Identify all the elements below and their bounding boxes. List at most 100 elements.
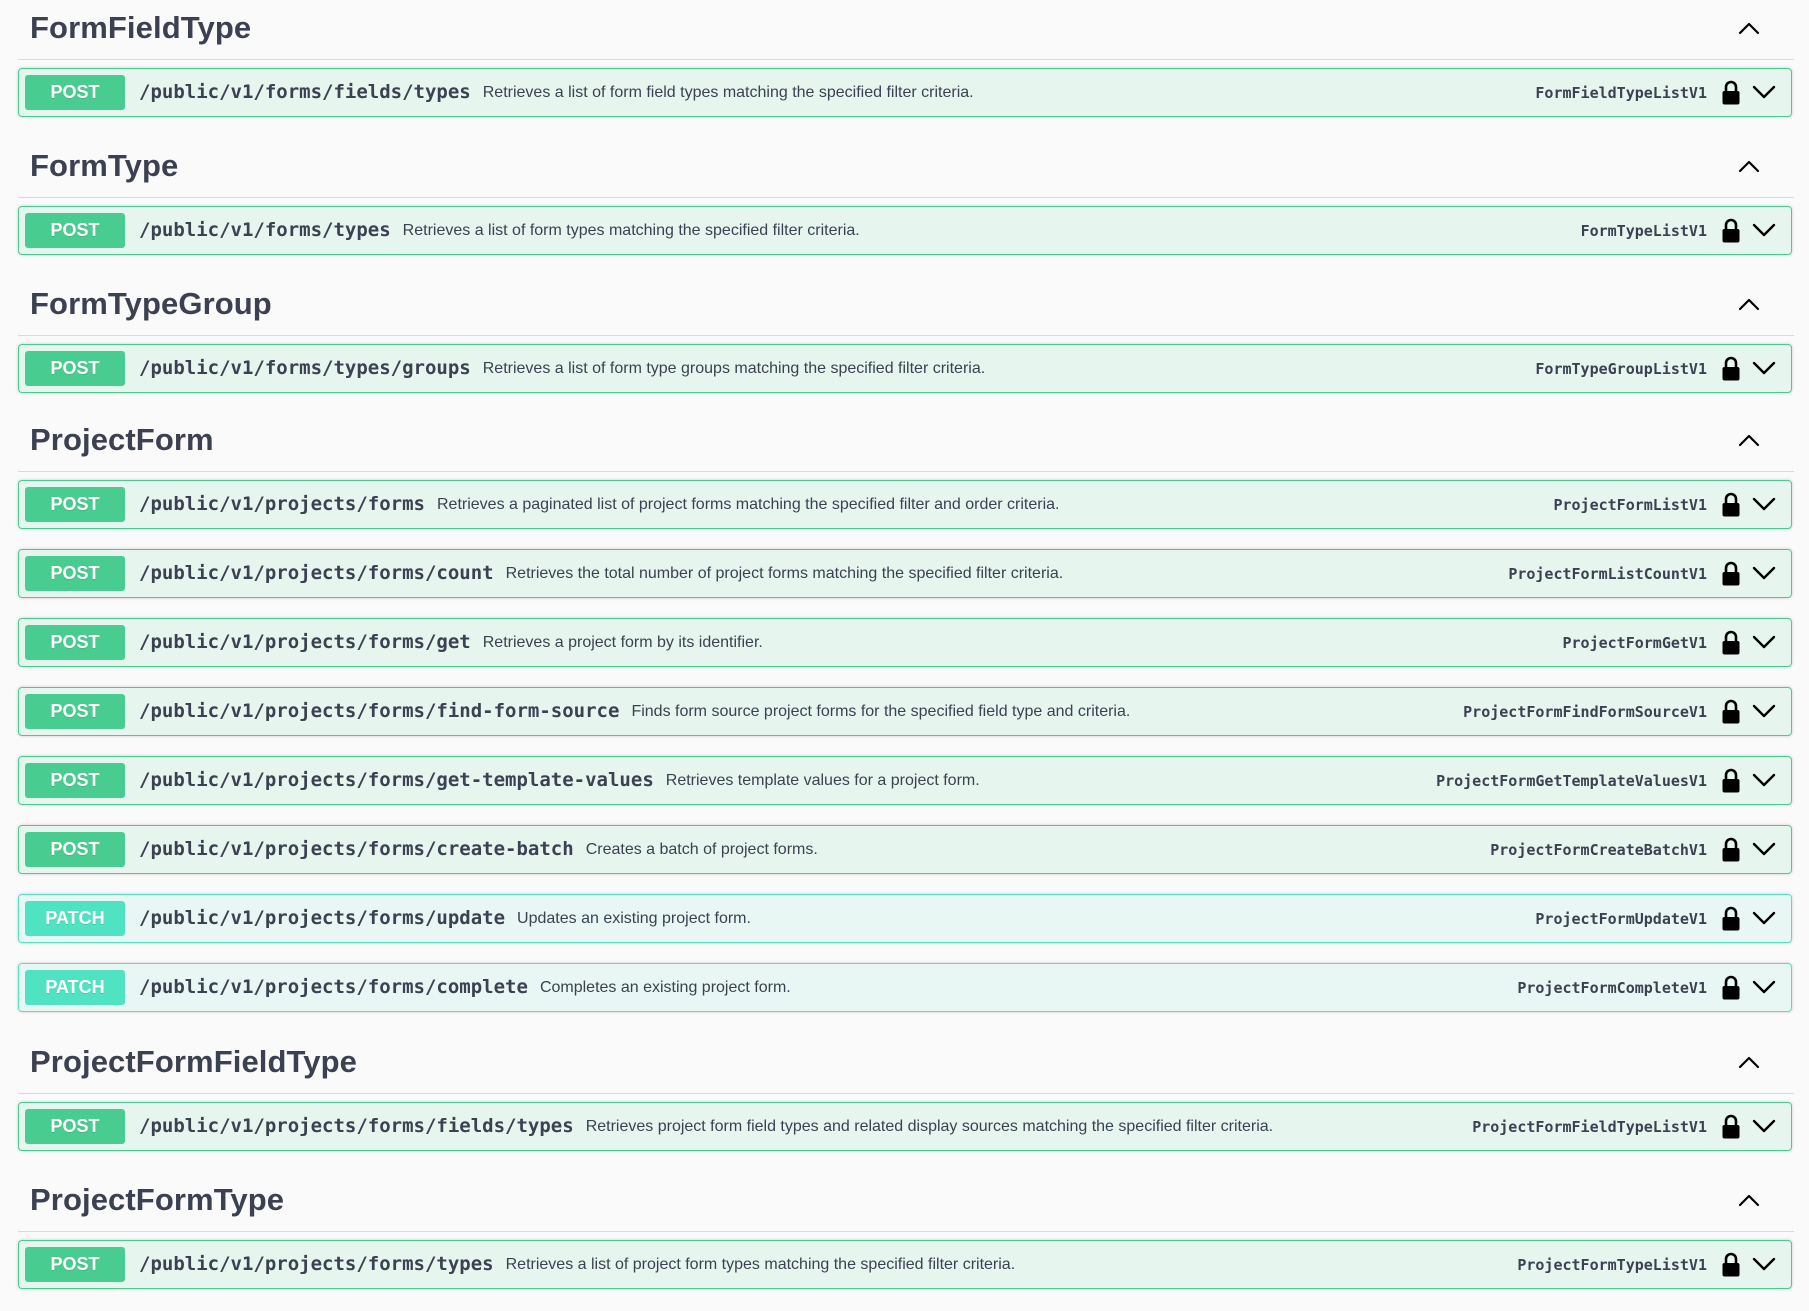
- tag-section-title[interactable]: FormType: [30, 148, 178, 184]
- operation-path: /public/v1/projects/forms/get: [139, 631, 471, 653]
- chevron-down-icon[interactable]: [1751, 563, 1777, 583]
- operation-path: /public/v1/forms/fields/types: [139, 81, 471, 103]
- operation-id: ProjectFormCreateBatchV1: [1490, 841, 1707, 859]
- operation-id: ProjectFormTypeListV1: [1517, 1256, 1707, 1274]
- operation-row[interactable]: POST/public/v1/projects/forms/fields/typ…: [18, 1102, 1792, 1151]
- tag-section: FormFieldType POST/public/v1/forms/fields…: [18, 0, 1794, 117]
- lock-icon[interactable]: [1721, 699, 1741, 725]
- operation-row[interactable]: PATCH/public/v1/projects/forms/update Upd…: [18, 894, 1792, 943]
- operation-id: ProjectFormUpdateV1: [1535, 910, 1707, 928]
- chevron-down-icon[interactable]: [1751, 1116, 1777, 1136]
- operation-summary: /public/v1/projects/forms/fields/types Re…: [139, 1115, 1273, 1137]
- chevron-up-icon[interactable]: [1734, 426, 1764, 456]
- operation-row[interactable]: POST/public/v1/projects/forms/get Retriev…: [18, 618, 1792, 667]
- operation-id: ProjectFormListCountV1: [1508, 565, 1707, 583]
- http-method-badge: POST: [25, 487, 125, 522]
- lock-icon[interactable]: [1721, 837, 1741, 863]
- operation-row[interactable]: POST/public/v1/forms/fields/types Retriev…: [18, 68, 1792, 117]
- operation-summary: /public/v1/projects/forms/get-template-v…: [139, 769, 980, 791]
- lock-icon[interactable]: [1721, 630, 1741, 656]
- operation-id: FormTypeListV1: [1580, 222, 1707, 240]
- tag-section-header[interactable]: FormType: [18, 138, 1794, 198]
- http-method-badge: PATCH: [25, 970, 125, 1005]
- operation-path: /public/v1/projects/forms/find-form-sour…: [139, 700, 620, 722]
- tag-section-header[interactable]: FormFieldType: [18, 0, 1794, 60]
- chevron-up-icon[interactable]: [1734, 152, 1764, 182]
- lock-icon[interactable]: [1721, 80, 1741, 106]
- chevron-down-icon[interactable]: [1751, 908, 1777, 928]
- operation-description: Retrieves template values for a project …: [665, 772, 980, 789]
- operation-summary: /public/v1/projects/forms/update Updates …: [139, 907, 751, 929]
- operation-path: /public/v1/forms/types: [139, 219, 391, 241]
- operation-path: /public/v1/forms/types/groups: [139, 357, 471, 379]
- tag-section-header[interactable]: FormTypeGroup: [18, 276, 1794, 336]
- chevron-down-icon[interactable]: [1751, 82, 1777, 102]
- lock-icon[interactable]: [1721, 561, 1741, 587]
- chevron-down-icon[interactable]: [1751, 839, 1777, 859]
- tag-section-title[interactable]: ProjectFormType: [30, 1182, 284, 1218]
- operation-row[interactable]: POST/public/v1/forms/types/groups Retriev…: [18, 344, 1792, 393]
- lock-icon[interactable]: [1721, 768, 1741, 794]
- operation-id: FormTypeGroupListV1: [1535, 360, 1707, 378]
- operation-row[interactable]: POST/public/v1/projects/forms/find-form-…: [18, 687, 1792, 736]
- operation-path: /public/v1/projects/forms/complete: [139, 976, 528, 998]
- operation-summary: /public/v1/projects/forms/get Retrieves a…: [139, 631, 763, 653]
- tag-section-title[interactable]: ProjectFormFieldType: [30, 1044, 357, 1080]
- chevron-up-icon[interactable]: [1734, 290, 1764, 320]
- tag-section-title[interactable]: FormFieldType: [30, 10, 251, 46]
- operation-id: ProjectFormFindFormSourceV1: [1463, 703, 1707, 721]
- http-method-badge: POST: [25, 625, 125, 660]
- operation-path: /public/v1/projects/forms/create-batch: [139, 838, 574, 860]
- tag-section: ProjectFormFieldType POST/public/v1/proje…: [18, 1034, 1794, 1151]
- chevron-down-icon[interactable]: [1751, 977, 1777, 997]
- lock-icon[interactable]: [1721, 356, 1741, 382]
- operation-description: Finds form source project forms for the …: [631, 703, 1131, 720]
- lock-icon[interactable]: [1721, 1252, 1741, 1278]
- operation-description: Retrieves the total number of project fo…: [505, 565, 1064, 582]
- chevron-up-icon[interactable]: [1734, 1048, 1764, 1078]
- operation-description: Retrieves a list of form types matching …: [402, 222, 860, 239]
- lock-icon[interactable]: [1721, 492, 1741, 518]
- operation-row[interactable]: POST/public/v1/projects/forms/count Retri…: [18, 549, 1792, 598]
- operation-summary: /public/v1/forms/types Retrieves a list o…: [139, 219, 860, 241]
- tag-section-header[interactable]: ProjectFormFieldType: [18, 1034, 1794, 1094]
- chevron-up-icon[interactable]: [1734, 14, 1764, 44]
- operation-row[interactable]: POST/public/v1/projects/forms/create-bat…: [18, 825, 1792, 874]
- operation-row[interactable]: POST/public/v1/forms/types Retrieves a li…: [18, 206, 1792, 255]
- chevron-down-icon[interactable]: [1751, 632, 1777, 652]
- chevron-down-icon[interactable]: [1751, 220, 1777, 240]
- operation-description: Retrieves project form field types and r…: [585, 1118, 1274, 1135]
- operation-path: /public/v1/projects/forms: [139, 493, 425, 515]
- http-method-badge: POST: [25, 1247, 125, 1282]
- operation-row[interactable]: POST/public/v1/projects/forms/get-templa…: [18, 756, 1792, 805]
- chevron-down-icon[interactable]: [1751, 1254, 1777, 1274]
- lock-icon[interactable]: [1721, 906, 1741, 932]
- operation-row[interactable]: PATCH/public/v1/projects/forms/complete C…: [18, 963, 1792, 1012]
- chevron-up-icon[interactable]: [1734, 1186, 1764, 1216]
- operation-path: /public/v1/projects/forms/fields/types: [139, 1115, 574, 1137]
- operation-id: FormFieldTypeListV1: [1535, 84, 1707, 102]
- lock-icon[interactable]: [1721, 1114, 1741, 1140]
- operation-id: ProjectFormFieldTypeListV1: [1472, 1118, 1707, 1136]
- tag-section-title[interactable]: ProjectForm: [30, 422, 214, 458]
- chevron-down-icon[interactable]: [1751, 494, 1777, 514]
- http-method-badge: POST: [25, 75, 125, 110]
- operation-row[interactable]: POST/public/v1/projects/forms Retrieves a…: [18, 480, 1792, 529]
- tag-section-title[interactable]: FormTypeGroup: [30, 286, 272, 322]
- chevron-down-icon[interactable]: [1751, 358, 1777, 378]
- lock-icon[interactable]: [1721, 975, 1741, 1001]
- chevron-down-icon[interactable]: [1751, 770, 1777, 790]
- operation-summary: /public/v1/projects/forms/create-batch Cr…: [139, 838, 818, 860]
- operation-description: Retrieves a project form by its identifi…: [482, 634, 763, 651]
- operation-path: /public/v1/projects/forms/update: [139, 907, 506, 929]
- chevron-down-icon[interactable]: [1751, 701, 1777, 721]
- operation-description: Updates an existing project form.: [517, 910, 751, 927]
- tag-section-header[interactable]: ProjectFormType: [18, 1172, 1794, 1232]
- tag-section: FormType POST/public/v1/forms/types Retrie…: [18, 138, 1794, 255]
- operation-row[interactable]: POST/public/v1/projects/forms/types Retri…: [18, 1240, 1792, 1289]
- operation-summary: /public/v1/projects/forms/count Retrieves…: [139, 562, 1063, 584]
- tag-section-header[interactable]: ProjectForm: [18, 412, 1794, 472]
- operation-path: /public/v1/projects/forms/types: [139, 1253, 494, 1275]
- lock-icon[interactable]: [1721, 218, 1741, 244]
- tag-section: ProjectForm POST/public/v1/projects/forms…: [18, 412, 1794, 1012]
